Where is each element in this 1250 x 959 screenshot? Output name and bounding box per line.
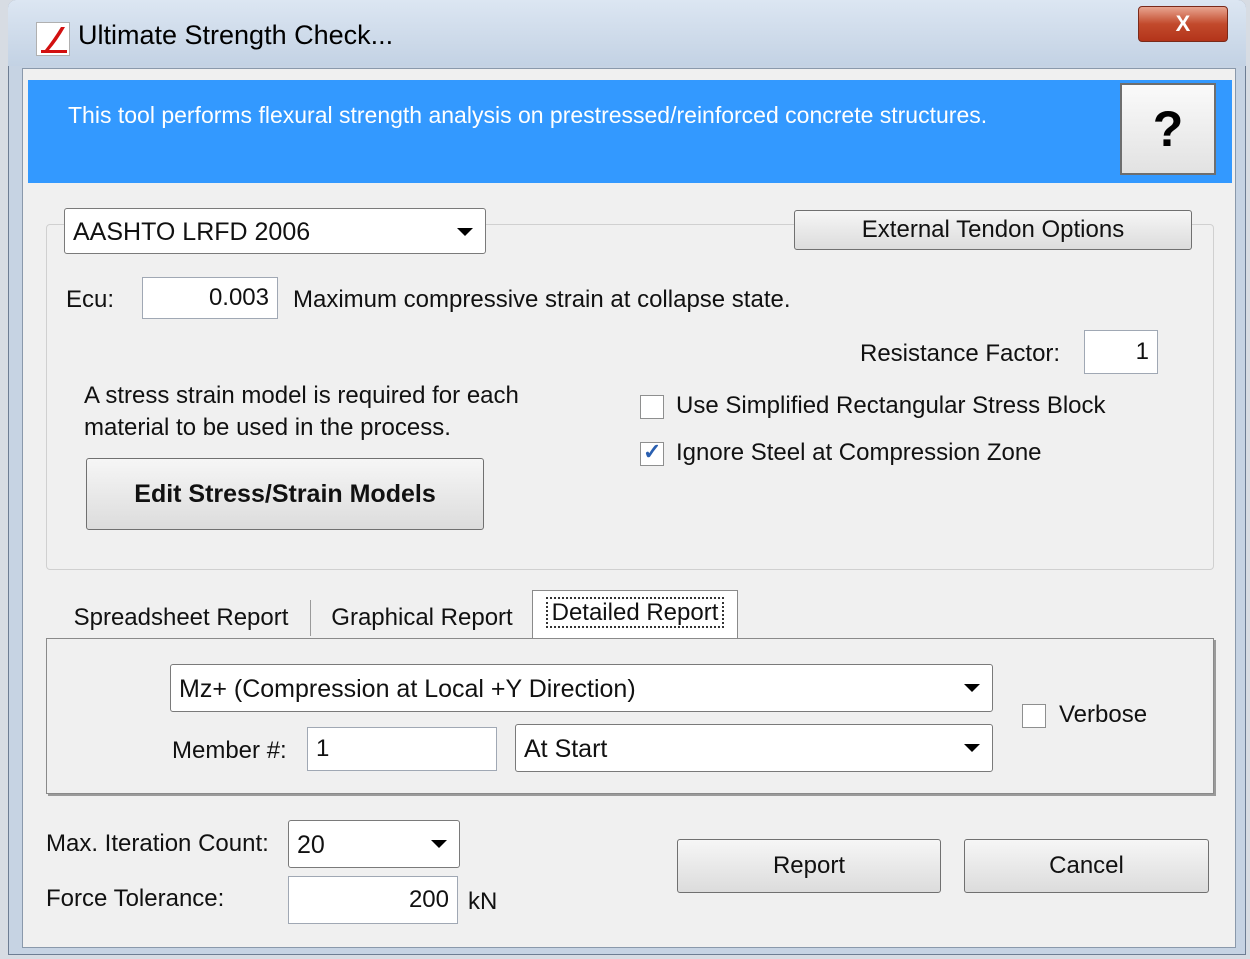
chevron-down-icon <box>431 840 447 848</box>
resistance-factor-input[interactable]: 1 <box>1084 330 1158 374</box>
chevron-down-icon <box>457 228 473 236</box>
resistance-factor-label: Resistance Factor: <box>860 340 1061 367</box>
use-simplified-rectangular-stress-block-checkbox[interactable] <box>640 395 664 419</box>
tab-separator <box>310 600 311 636</box>
member-position-select[interactable]: At Start <box>515 724 993 772</box>
max-iteration-count-value: 20 <box>297 831 325 859</box>
design-code-value: AASHTO LRFD 2006 <box>73 218 311 246</box>
verbose-checkbox[interactable] <box>1022 704 1046 728</box>
max-iteration-count-select[interactable]: 20 <box>288 820 460 868</box>
cancel-button[interactable]: Cancel <box>964 839 1209 893</box>
close-button[interactable]: X <box>1138 6 1228 42</box>
edit-stress-strain-models-button[interactable]: Edit Stress/Strain Models <box>86 458 484 530</box>
ecu-input[interactable]: 0.003 <box>142 277 278 319</box>
design-code-select[interactable]: AASHTO LRFD 2006 <box>64 208 486 254</box>
external-tendon-options-button[interactable]: External Tendon Options <box>794 210 1192 250</box>
member-label: Member #: <box>172 737 287 764</box>
tab-graphical-report[interactable]: Graphical Report <box>314 596 530 640</box>
stress-strain-note: A stress strain model is required for ea… <box>84 382 519 441</box>
window-title: Ultimate Strength Check... <box>78 20 394 50</box>
ecu-label: Ecu: <box>66 286 115 313</box>
member-input[interactable]: 1 <box>307 727 497 771</box>
chevron-down-icon <box>964 744 980 752</box>
moment-direction-value: Mz+ (Compression at Local +Y Direction) <box>179 675 636 703</box>
ignore-steel-checkbox[interactable] <box>640 439 664 466</box>
banner-description: This tool performs flexural strength ana… <box>68 102 988 128</box>
help-button[interactable]: ? <box>1120 83 1216 175</box>
app-logo-icon <box>36 22 70 56</box>
moment-direction-select[interactable]: Mz+ (Compression at Local +Y Direction) <box>170 664 993 712</box>
force-tolerance-unit: kN <box>468 888 498 915</box>
use-simplified-rectangular-stress-block-label: Use Simplified Rectangular Stress Block <box>676 392 1106 419</box>
member-position-value: At Start <box>524 735 608 763</box>
chevron-down-icon <box>964 684 980 692</box>
tab-detailed-report[interactable]: Detailed Report <box>532 590 738 640</box>
force-tolerance-label: Force Tolerance: <box>46 885 225 912</box>
tab-detailed-report-label: Detailed Report <box>545 597 725 628</box>
ignore-steel-label: Ignore Steel at Compression Zone <box>676 439 1042 466</box>
report-button[interactable]: Report <box>677 839 941 893</box>
verbose-label: Verbose <box>1059 701 1148 728</box>
force-tolerance-input[interactable]: 200 <box>288 876 458 924</box>
ecu-description: Maximum compressive strain at collapse s… <box>293 286 791 313</box>
tab-spreadsheet-report[interactable]: Spreadsheet Report <box>56 596 306 640</box>
max-iteration-count-label: Max. Iteration Count: <box>46 830 269 857</box>
